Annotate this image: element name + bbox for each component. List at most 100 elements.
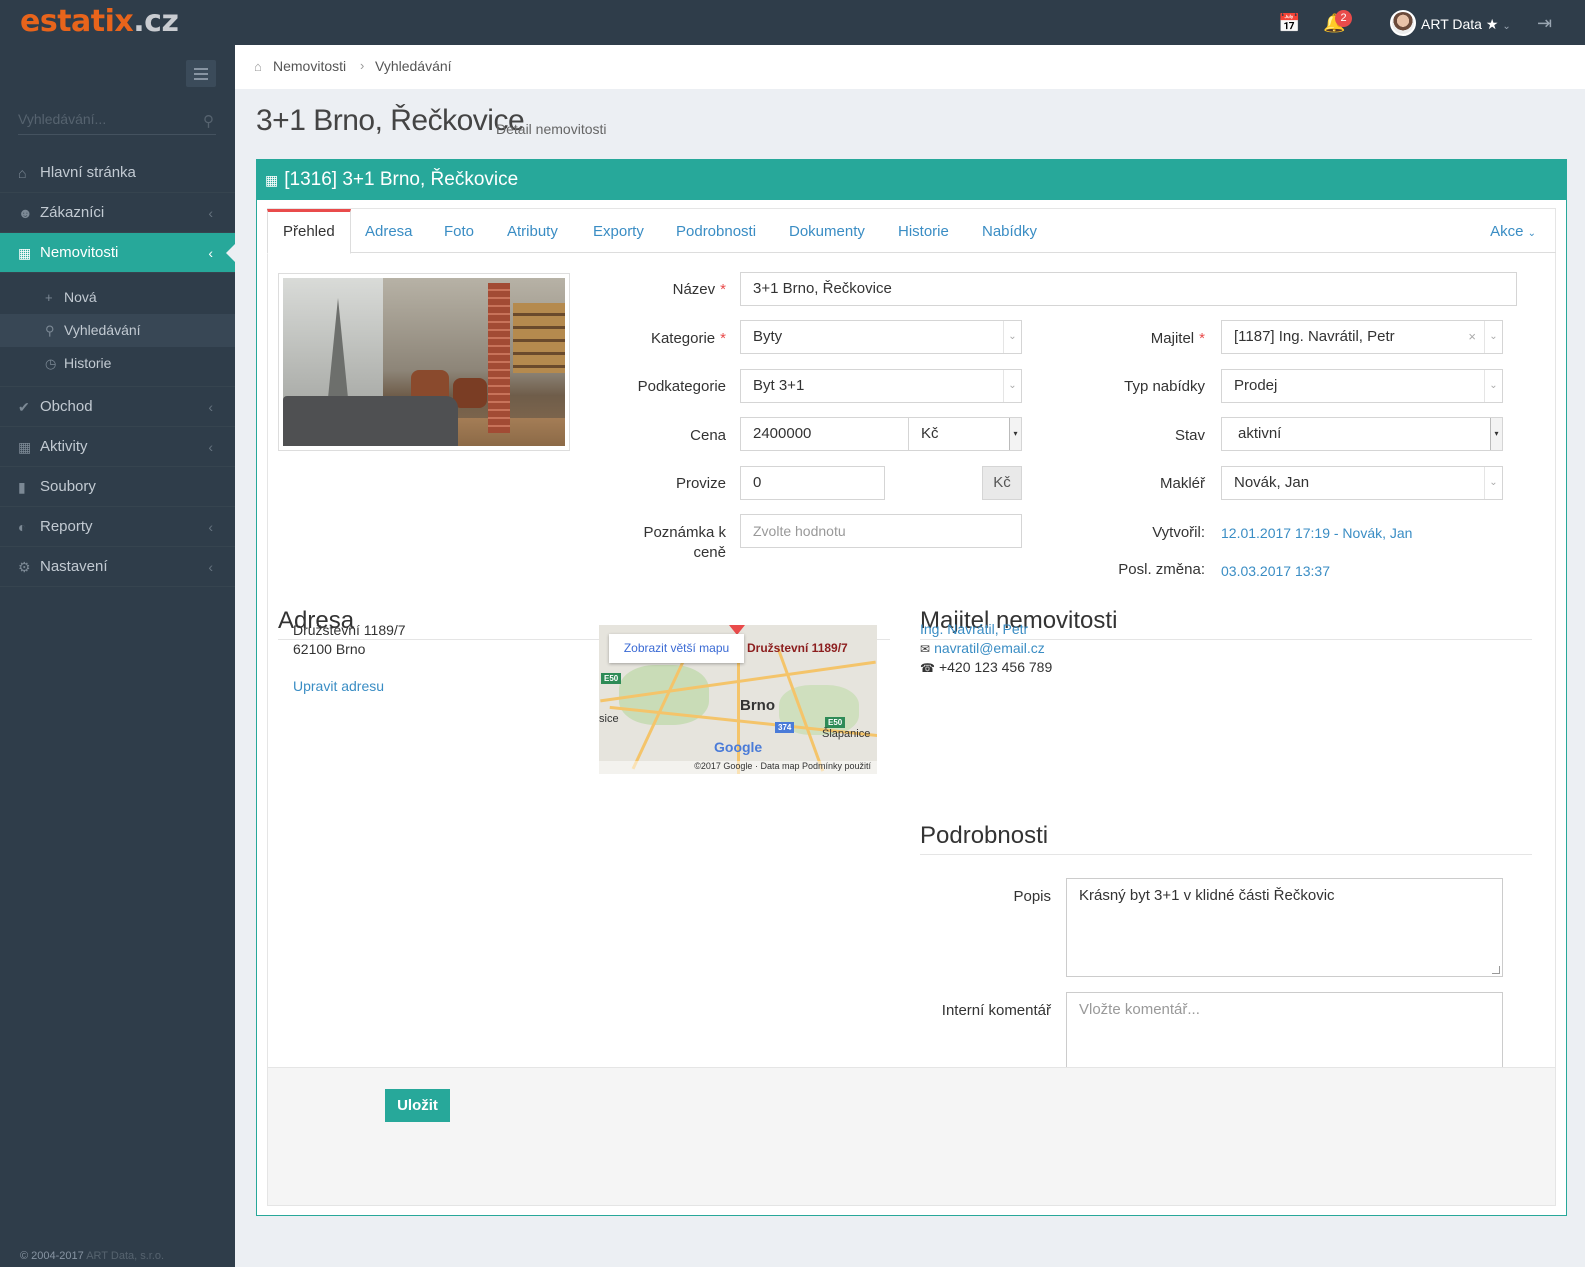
sidebar-item-customers[interactable]: ☻ Zákazníci ‹	[0, 193, 235, 233]
typ-nabidky-label: Typ nabídky	[1124, 378, 1205, 395]
property-panel: ▦ [1316] 3+1 Brno, Řečkovice Přehled Adre…	[256, 159, 1567, 1216]
chevron-down-icon: ‹	[208, 245, 213, 261]
owner-email-link[interactable]: navratil@email.cz	[934, 640, 1045, 656]
actions-dropdown[interactable]: Akce ⌄	[1490, 209, 1536, 257]
mena-select[interactable]: Kč ▾	[908, 417, 1022, 451]
makler-select[interactable]: Novák, Jan ⌄	[1221, 466, 1503, 500]
copyright-brand[interactable]: ART Data, s.r.o.	[86, 1250, 164, 1262]
sidebar-item-label: Obchod	[40, 398, 93, 415]
sidebar-subitem-new[interactable]: + Nová	[0, 281, 235, 314]
sidebar-item-settings[interactable]: ⚙ Nastavení ‹	[0, 547, 235, 587]
typ-nabidky-value: Prodej	[1234, 377, 1278, 394]
calendar-icon: ▦	[18, 439, 32, 455]
zmena-label: Posl. změna:	[1118, 561, 1205, 578]
podkategorie-value: Byt 3+1	[753, 377, 805, 394]
form-footer: Uložit	[268, 1067, 1555, 1205]
clear-icon[interactable]: ×	[1468, 321, 1476, 353]
sidebar-item-properties[interactable]: ▦ Nemovitosti ‹	[0, 233, 236, 273]
required-marker: *	[720, 330, 726, 347]
sidebar-item-activities[interactable]: ▦ Aktivity ‹	[0, 427, 235, 467]
search-icon[interactable]: ⚲	[203, 112, 214, 130]
address-map[interactable]: Zobrazit větší mapu Družstevní 1189/7 E5…	[599, 625, 877, 774]
stav-select[interactable]: aktivní ▾	[1221, 417, 1503, 451]
tab-exports[interactable]: Exporty	[593, 209, 644, 253]
page-subtitle: Detail nemovitosti	[496, 121, 607, 137]
map-road-label: 374	[775, 722, 795, 733]
panel-header: ▦ [1316] 3+1 Brno, Řečkovice	[257, 160, 1566, 200]
sidebar-item-home[interactable]: ⌂ Hlavní stránka	[0, 153, 235, 193]
google-logo: Google	[714, 739, 763, 755]
property-photo[interactable]	[278, 273, 570, 451]
sidebar-search: ⚲	[18, 107, 216, 135]
provize-label: Provize	[675, 475, 726, 492]
provize-input[interactable]: 0	[740, 466, 885, 500]
podkategorie-select[interactable]: Byt 3+1 ⌄	[740, 369, 1022, 403]
larger-map-button[interactable]: Zobrazit větší mapu	[609, 634, 744, 663]
chevron-down-icon: ▾	[1490, 418, 1502, 450]
tab-photo[interactable]: Foto	[444, 209, 474, 253]
cena-input[interactable]: 2400000	[740, 417, 909, 451]
sidebar-item-label: Soubory	[40, 478, 96, 495]
map-attribution[interactable]: ©2017 Google · Data map Podmínky použití	[599, 761, 877, 774]
chevron-down-icon: ▾	[1009, 418, 1021, 450]
vytvoril-value[interactable]: 12.01.2017 17:19 - Novák, Jan	[1221, 525, 1412, 541]
save-button[interactable]: Uložit	[385, 1089, 450, 1122]
poznamka-select[interactable]: Zvolte hodnotu	[740, 514, 1022, 548]
address-text: Družstevní 1189/7 62100 Brno	[293, 621, 406, 659]
breadcrumb-item[interactable]: Nemovitosti	[273, 58, 346, 74]
home-icon: ⌂	[18, 165, 27, 181]
menu-toggle-button[interactable]	[186, 60, 216, 87]
kategorie-label: Kategorie *	[598, 330, 726, 347]
mena-value: Kč	[921, 425, 939, 442]
logout-icon[interactable]: ⇥	[1537, 13, 1552, 34]
edit-address-link[interactable]: Upravit adresu	[293, 678, 384, 694]
tab-overview[interactable]: Přehled	[267, 209, 351, 254]
details-section-title: Podrobnosti	[920, 822, 1049, 849]
sidebar-item-files[interactable]: ▮ Soubory	[0, 467, 235, 507]
address-city: 62100 Brno	[293, 641, 366, 657]
building-icon: ▦	[18, 245, 32, 261]
breadcrumb: ⌂ Nemovitosti › Vyhledávání	[235, 45, 1585, 89]
sidebar-item-business[interactable]: ✔ Obchod ‹	[0, 387, 235, 427]
chevron-down-icon: ⌄	[1003, 370, 1021, 402]
building-icon: ▦	[265, 172, 279, 188]
resize-handle-icon[interactable]	[1492, 966, 1500, 974]
tab-documents[interactable]: Dokumenty	[789, 209, 865, 253]
avatar[interactable]	[1390, 10, 1416, 36]
sidebar-subitem-search[interactable]: ⚲ Vyhledávání	[0, 314, 235, 347]
home-icon[interactable]: ⌂	[254, 59, 262, 74]
breadcrumb-item[interactable]: Vyhledávání	[375, 58, 452, 74]
popis-textarea[interactable]: Krásný byt 3+1 v klidné části Řečkovic	[1066, 878, 1503, 977]
user-menu[interactable]: ART Data ★ ⌄	[1421, 16, 1511, 33]
vytvoril-label: Vytvořil:	[1152, 524, 1205, 541]
breadcrumb-separator: ›	[360, 58, 365, 73]
tab-address[interactable]: Adresa	[365, 209, 413, 253]
majitel-select[interactable]: [1187] Ing. Navrátil, Petr × ⌄	[1221, 320, 1503, 354]
brand-logo[interactable]: estatix.cz	[20, 4, 179, 39]
calendar-icon[interactable]: 📅	[1278, 13, 1300, 34]
tab-details[interactable]: Podrobnosti	[676, 209, 756, 253]
stav-value: aktivní	[1238, 425, 1282, 442]
nazev-input[interactable]: 3+1 Brno, Řečkovice	[740, 272, 1517, 306]
tab-history[interactable]: Historie	[898, 209, 949, 253]
stav-label: Stav	[1174, 427, 1205, 444]
notifications-badge: 2	[1335, 10, 1352, 27]
check-circle-icon: ✔	[18, 399, 30, 415]
sidebar-item-reports[interactable]: ◐ Reporty ‹	[0, 507, 235, 547]
sidebar-search-input[interactable]	[18, 107, 188, 127]
chevron-down-icon: ⌄	[1484, 467, 1502, 499]
tab-attributes[interactable]: Atributy	[507, 209, 558, 253]
phone-icon: ☎	[920, 661, 935, 675]
popis-label: Popis	[1013, 888, 1051, 905]
zmena-value[interactable]: 03.03.2017 13:37	[1221, 563, 1330, 579]
sidebar-subitem-history[interactable]: ◷ Historie	[0, 347, 235, 380]
tab-offers[interactable]: Nabídky	[982, 209, 1037, 253]
map-road-label: E50	[601, 673, 622, 684]
chevron-down-icon: ⌄	[1484, 321, 1502, 353]
kategorie-select[interactable]: Byty ⌄	[740, 320, 1022, 354]
owner-phone: ☎ +420 123 456 789	[920, 659, 1052, 675]
owner-name-link[interactable]: Ing. Navrátil, Petr	[920, 621, 1028, 637]
chevron-left-icon: ‹	[208, 559, 213, 575]
typ-nabidky-select[interactable]: Prodej ⌄	[1221, 369, 1503, 403]
user-name: ART Data	[1421, 16, 1482, 32]
